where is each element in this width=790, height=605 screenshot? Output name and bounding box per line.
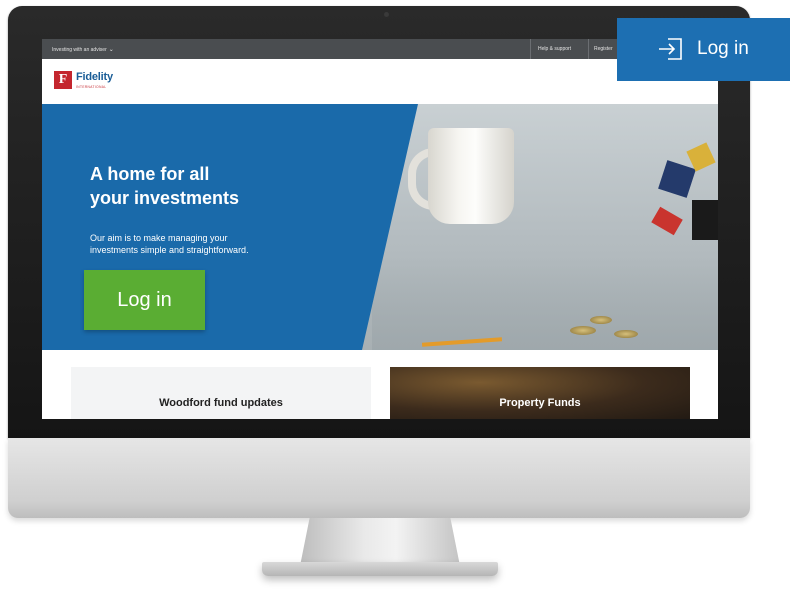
floating-login-label: Log in xyxy=(697,38,749,59)
logo-wordmark[interactable]: Fidelity xyxy=(76,71,113,83)
hero-title: A home for all your investments xyxy=(90,162,310,210)
hero-title-line: A home for all xyxy=(90,164,210,184)
monitor-stand-neck xyxy=(300,518,460,566)
hero-description-line: investments simple and straightforward. xyxy=(90,245,249,255)
hero-description: Our aim is to make managing your investm… xyxy=(90,232,310,256)
camera xyxy=(384,12,389,17)
table-surface xyxy=(372,254,718,350)
hero-banner: A home for all your investments Our aim … xyxy=(42,104,718,350)
help-support-link[interactable]: Help & support xyxy=(538,46,571,52)
monitor-screen: Investing with an adviser ⌄ Help & suppor… xyxy=(42,39,718,419)
monitor-stand-foot xyxy=(262,562,498,576)
topbar-divider xyxy=(530,39,531,59)
feature-cards: Woodford fund updates Property Funds xyxy=(42,350,718,419)
toy-block xyxy=(692,200,718,240)
adviser-dropdown[interactable]: Investing with an adviser ⌄ xyxy=(52,46,114,53)
hero-login-button[interactable]: Log in xyxy=(84,270,205,330)
card-label: Property Funds xyxy=(499,397,581,409)
monitor-chin xyxy=(8,438,750,518)
coin-stack xyxy=(590,316,612,324)
mug-image xyxy=(428,128,514,224)
card-woodford-fund-updates[interactable]: Woodford fund updates xyxy=(71,367,371,419)
topbar-divider xyxy=(588,39,589,59)
coin-stack xyxy=(614,330,638,338)
register-link[interactable]: Register xyxy=(594,46,613,52)
hero-title-line: your investments xyxy=(90,188,240,208)
adviser-label: Investing with an adviser xyxy=(52,47,107,53)
toy-block xyxy=(651,206,683,236)
toy-block xyxy=(658,160,696,198)
coin-stack xyxy=(570,326,596,335)
card-property-funds[interactable]: Property Funds xyxy=(390,367,690,419)
hero-description-line: Our aim is to make managing your xyxy=(90,233,228,243)
logo-subtext: INTERNATIONAL xyxy=(76,85,107,89)
floating-login-button[interactable]: Log in xyxy=(617,18,790,81)
card-label: Woodford fund updates xyxy=(159,397,283,409)
fidelity-logo-icon[interactable]: F xyxy=(54,71,72,89)
chevron-down-icon: ⌄ xyxy=(108,47,114,53)
sign-in-icon xyxy=(659,38,682,60)
